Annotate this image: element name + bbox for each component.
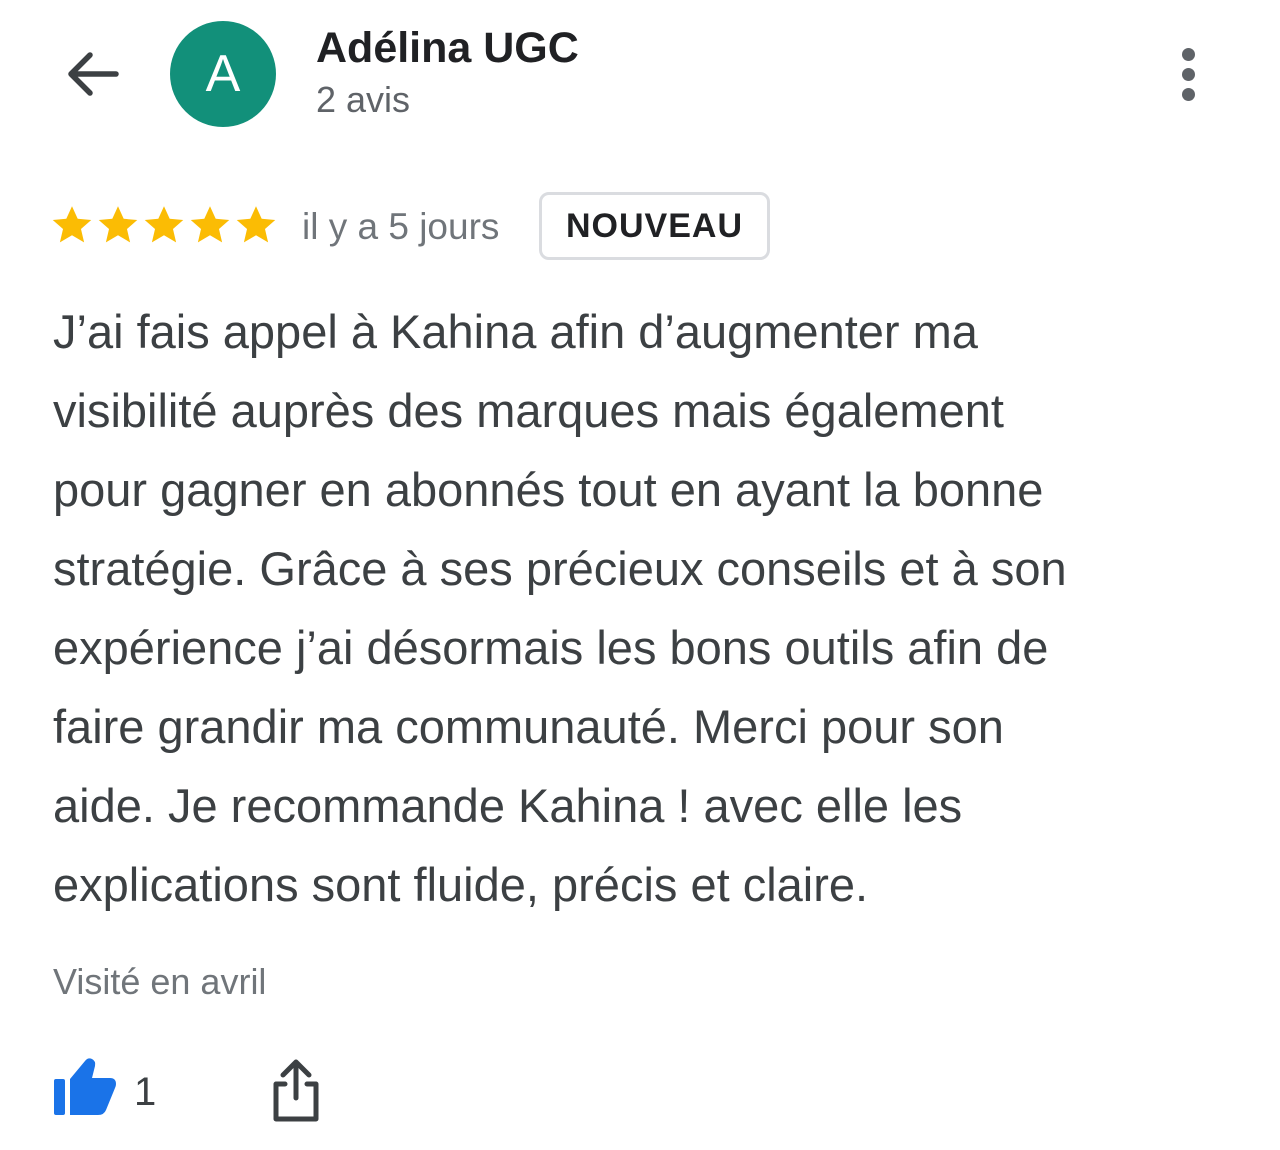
- review-time: il y a 5 jours: [302, 206, 500, 247]
- visited-date: Visité en avril: [53, 961, 267, 1002]
- review-text-line: expérience j’ai désormais les bons outil…: [53, 621, 1049, 674]
- review-text-line: J’ai fais appel à Kahina afin d’augmente…: [53, 305, 978, 358]
- thumb-up-icon: [54, 1058, 116, 1115]
- more-vert-icon-dot: [1181, 67, 1195, 81]
- more-vert-icon: [1181, 47, 1195, 61]
- star-rating: [50, 203, 278, 247]
- user-name[interactable]: Adélina UGC: [316, 22, 579, 74]
- star-icon: [144, 206, 184, 243]
- review-text: J’ai fais appel à Kahina afin d’augmente…: [53, 292, 1243, 924]
- avatar[interactable]: A: [170, 21, 276, 127]
- avatar-letter: A: [205, 45, 241, 103]
- review-text-line: stratégie. Grâce à ses précieux conseils…: [53, 542, 1067, 595]
- new-badge: NOUVEAU: [539, 192, 770, 260]
- more-vert-icon-dot: [1181, 87, 1195, 101]
- star-icon: [52, 206, 92, 243]
- review-text-line: pour gagner en abonnés tout en ayant la …: [53, 463, 1044, 516]
- share-button[interactable]: [270, 1058, 322, 1124]
- star-icon: [190, 206, 230, 243]
- review-text-line: aide. Je recommande Kahina ! avec elle l…: [53, 779, 963, 832]
- review-text-line: visibilité auprès des marques mais égale…: [53, 384, 1004, 437]
- star-icon: [98, 206, 138, 243]
- like-count: 1: [134, 1070, 157, 1114]
- share-icon: [273, 1059, 319, 1122]
- back-button[interactable]: [58, 40, 126, 108]
- review-text-line: explications sont fluide, précis et clai…: [53, 858, 869, 911]
- more-options-button[interactable]: [1160, 40, 1216, 108]
- arrow-back-icon: [68, 52, 119, 96]
- like-button[interactable]: [52, 1055, 118, 1117]
- review-text-line: faire grandir ma communauté. Merci pour …: [53, 700, 1004, 753]
- review-count: 2 avis: [316, 79, 411, 120]
- star-icon: [236, 206, 276, 243]
